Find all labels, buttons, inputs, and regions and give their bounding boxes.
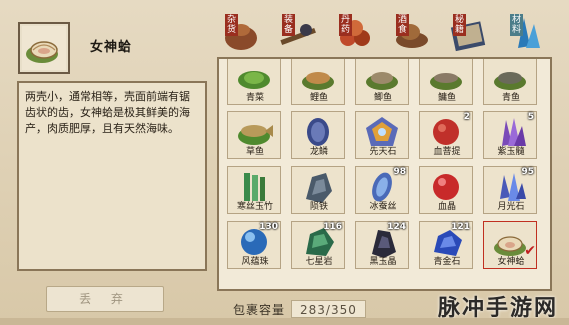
grass-carp-icon (238, 125, 273, 145)
grid-row: 130 风蕴珠 116 七星岩 124 黑玉晶 121 青金石 女神蛤 ✔ (219, 221, 550, 275)
item-count: 130 (259, 222, 278, 232)
item-name-label: 龙鳞 (309, 147, 328, 157)
inventory-slot[interactable]: 130 风蕴珠 (227, 221, 281, 269)
tab-crystal[interactable]: 材料 (500, 14, 547, 54)
tab-pill[interactable]: 丹药 (329, 14, 376, 54)
item-name-label: 血晶 (437, 202, 456, 212)
tab-label: 装备 (282, 14, 295, 36)
item-name-label: 鲫鱼 (373, 93, 392, 103)
item-name-label: 青鱼 (501, 93, 520, 103)
inventory-slot[interactable]: 龙鳞 (291, 111, 345, 159)
grid-row: 草鱼 龙鳞 先天石 2 血菩提 5 紫玉髓 (219, 111, 550, 165)
item-name-label: 月光石 (497, 202, 525, 212)
item-count: 124 (387, 222, 406, 232)
capacity-value: 283/350 (291, 300, 366, 318)
inventory-slot[interactable]: 124 黑玉晶 (355, 221, 409, 269)
inventory-window: 女神蛤 两壳小，通常相等，壳面前端有锯齿状的齿，女神蛤是极其鲜美的海产，肉质肥厚… (0, 0, 569, 325)
inventory-slot[interactable]: 草鱼 (227, 111, 281, 159)
crucian-icon (366, 72, 398, 90)
tab-label: 酒食 (396, 14, 409, 36)
inventory-slot[interactable]: 陨铁 (291, 166, 345, 214)
item-name: 女神蛤 (90, 40, 133, 55)
item-name-label: 青金石 (433, 257, 461, 267)
inventory-slot[interactable]: 121 青金石 (419, 221, 473, 269)
item-count: 5 (527, 112, 534, 122)
item-name-label: 风蕴珠 (241, 257, 269, 267)
capacity-display: 包裹容量 283/350 (233, 300, 366, 318)
blackcarp-icon (494, 72, 526, 90)
inventory-grid: 青菜 鲤鱼 鲫鱼 鳙鱼 青鱼草鱼 龙鳞 先天石 2 血菩提 5 紫玉髓寒丝玉竹 陨铁 98 冰蚕丝 血晶 95… (217, 57, 552, 291)
inventory-slot[interactable]: 青菜 (227, 59, 281, 105)
tab-label: 杂货 (225, 14, 238, 36)
item-name-label: 黑玉晶 (369, 257, 397, 267)
inventory-slot[interactable]: 2 血菩提 (419, 111, 473, 159)
jade-bamboo-icon (244, 173, 265, 201)
grid-row: 寒丝玉竹 陨铁 98 冰蚕丝 血晶 95 月光石 (219, 166, 550, 220)
clam-icon (26, 41, 58, 63)
item-count: 95 (521, 167, 534, 177)
item-name-label: 先天石 (369, 147, 397, 157)
item-name-label: 草鱼 (245, 147, 264, 157)
carp-icon (302, 72, 334, 90)
discard-button[interactable]: 丢 弃 (46, 286, 164, 312)
inventory-slot[interactable]: 98 冰蚕丝 (355, 166, 409, 214)
inventory-slot[interactable]: 116 七星岩 (291, 221, 345, 269)
inventory-slot[interactable]: 女神蛤 ✔ (483, 221, 537, 269)
tab-label: 材料 (510, 14, 523, 36)
inventory-slot[interactable]: 5 紫玉髓 (483, 111, 537, 159)
selected-item-icon (18, 22, 70, 74)
item-count: 121 (451, 222, 470, 232)
item-name-label: 血菩提 (433, 147, 461, 157)
blood-crystal-icon (433, 174, 459, 200)
inventory-slot[interactable]: 血晶 (419, 166, 473, 214)
checkmark-icon: ✔ (524, 243, 536, 259)
item-name-label: 青菜 (245, 93, 264, 103)
footer-bar (0, 318, 569, 325)
capacity-label: 包裹容量 (233, 303, 286, 317)
item-name-label: 鲤鱼 (309, 93, 328, 103)
grid-row: 青菜 鲤鱼 鲫鱼 鳙鱼 青鱼 (219, 59, 550, 111)
item-count: 116 (323, 222, 342, 232)
tab-weapon[interactable]: 装备 (272, 14, 319, 54)
item-name-label: 寒丝玉竹 (236, 202, 273, 212)
inventory-slot[interactable]: 寒丝玉竹 (227, 166, 281, 214)
meteor-iron-icon (306, 173, 332, 203)
item-count: 98 (393, 167, 406, 177)
dragon-scale-icon (307, 118, 329, 146)
item-count: 2 (463, 112, 470, 122)
item-name-label: 冰蚕丝 (369, 202, 397, 212)
greens-icon (238, 71, 270, 89)
inventory-slot[interactable]: 先天石 (355, 111, 409, 159)
inventory-slot[interactable]: 鳙鱼 (419, 59, 473, 105)
tab-book[interactable]: 秘籍 (443, 14, 490, 54)
tab-label: 秘籍 (453, 14, 466, 36)
inventory-slot[interactable]: 鲤鱼 (291, 59, 345, 105)
inventory-slot[interactable]: 青鱼 (483, 59, 537, 105)
bighead-icon (430, 73, 462, 90)
blood-bodhi-icon (433, 119, 459, 145)
tab-label: 丹药 (339, 14, 352, 36)
item-name-label: 陨铁 (309, 202, 328, 212)
inventory-slot[interactable]: 95 月光石 (483, 166, 537, 214)
tab-food[interactable]: 酒食 (386, 14, 433, 54)
purple-jade-icon (502, 118, 526, 146)
item-name-label: 七星岩 (305, 257, 333, 267)
innate-stone-icon (366, 117, 398, 146)
item-description: 两壳小，通常相等，壳面前端有锯齿状的齿，女神蛤是极其鲜美的海产，肉质肥厚，且有天… (17, 81, 207, 271)
item-name-label: 鳙鱼 (437, 93, 456, 103)
item-name-label: 紫玉髓 (497, 147, 525, 157)
inventory-slot[interactable]: 鲫鱼 (355, 59, 409, 105)
item-header: 女神蛤 (8, 12, 208, 74)
tab-sack[interactable]: 杂货 (215, 14, 262, 54)
